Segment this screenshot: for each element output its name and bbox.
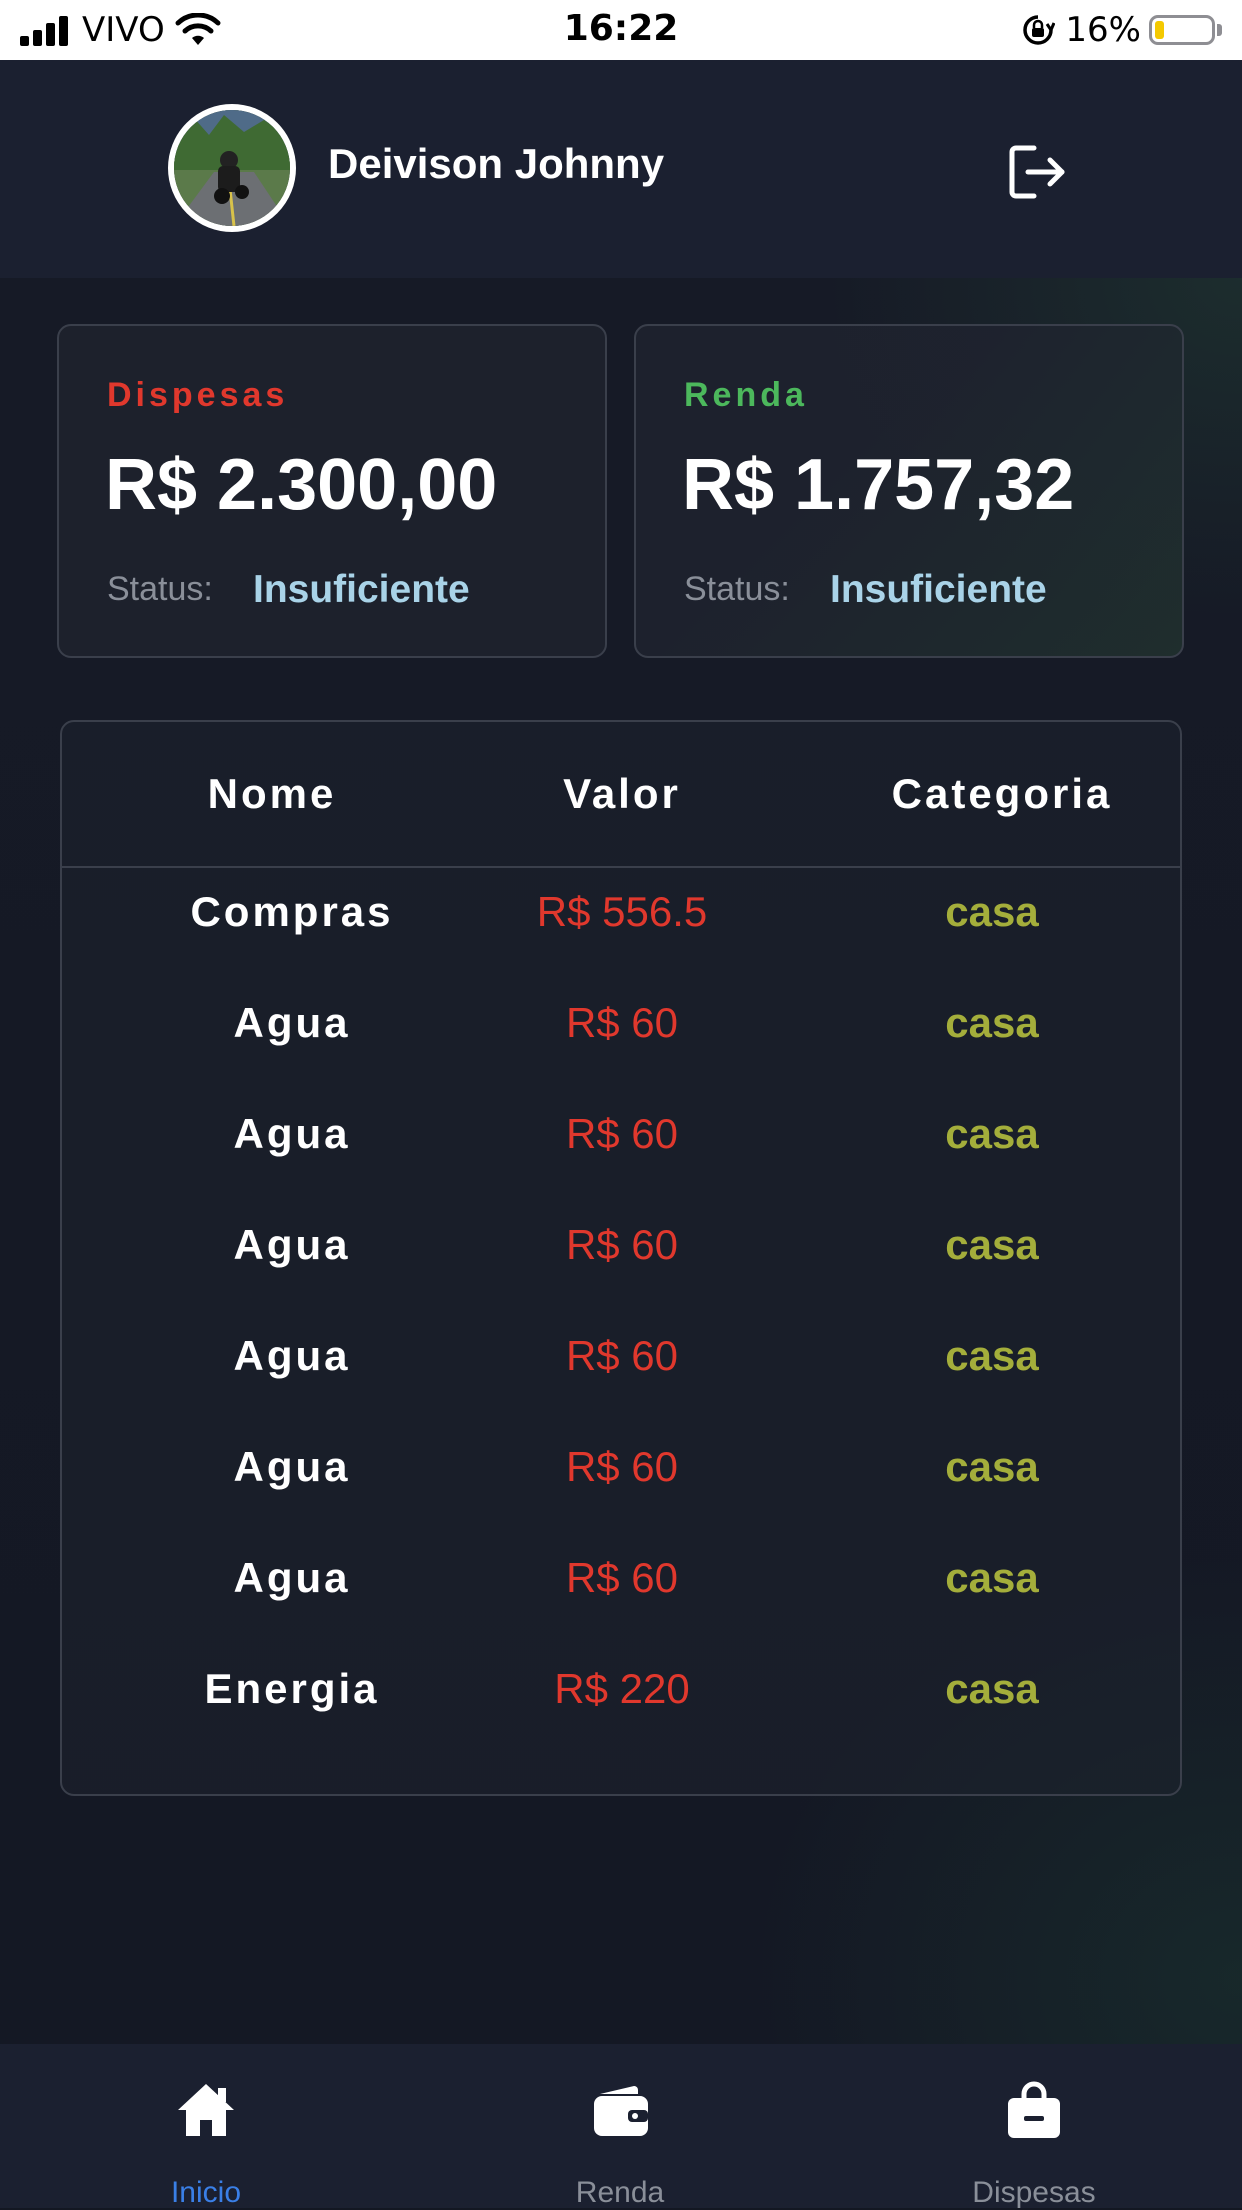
renda-status-value: Insuficiente — [830, 568, 1047, 611]
renda-status-label: Status: — [684, 570, 790, 608]
user-name: Deivison Johnny — [328, 140, 665, 187]
battery-icon — [1149, 15, 1215, 45]
cell-nome: Agua — [233, 1221, 351, 1268]
cell-categoria: casa — [945, 1443, 1039, 1490]
cell-valor: R$ 60 — [565, 1110, 679, 1157]
table-header: Nome Valor Categoria — [62, 722, 1180, 868]
tab-label-inicio: Inicio — [170, 2176, 242, 2209]
cell-categoria: casa — [945, 1221, 1039, 1268]
cell-nome: Agua — [233, 1554, 351, 1601]
table-row[interactable]: Compras R$ 556.5 casa — [62, 888, 1180, 999]
cell-valor: R$ 60 — [565, 1443, 679, 1490]
cell-nome: Energia — [204, 1665, 380, 1712]
dispesas-status-value: Insuficiente — [253, 568, 470, 611]
cell-categoria: casa — [945, 1110, 1039, 1157]
wallet-icon — [594, 2086, 648, 2136]
cell-nome: Agua — [233, 1443, 351, 1490]
avatar[interactable] — [168, 104, 296, 232]
cell-valor: R$ 60 — [565, 999, 679, 1046]
dispesas-status-label: Status: — [107, 570, 213, 608]
home-icon — [178, 2084, 234, 2136]
cell-nome: Agua — [233, 999, 351, 1046]
cell-categoria: casa — [945, 1554, 1039, 1601]
cell-valor: R$ 60 — [565, 1332, 679, 1379]
avatar-photo — [174, 110, 290, 226]
column-header-nome: Nome — [207, 770, 337, 817]
cell-valor: R$ 220 — [554, 1665, 690, 1712]
column-header-categoria: Categoria — [891, 770, 1113, 817]
table-row[interactable]: Energia R$ 220 casa — [62, 1665, 1180, 1776]
battery-percent: 16% — [1065, 10, 1141, 50]
battery-level — [1155, 21, 1164, 39]
dispesas-amount: R$ 2.300,00 — [105, 445, 498, 525]
cell-valor: R$ 60 — [565, 1221, 679, 1268]
status-right: 16% — [1021, 10, 1222, 50]
cell-categoria: casa — [945, 999, 1039, 1046]
bottom-tab-bar: Inicio Renda Dispesas — [0, 2044, 1242, 2209]
table-row[interactable]: Agua R$ 60 casa — [62, 1443, 1180, 1554]
cell-nome: Agua — [233, 1332, 351, 1379]
table-row[interactable]: Agua R$ 60 casa — [62, 1110, 1180, 1221]
tab-label-renda: Renda — [575, 2176, 665, 2209]
table-row[interactable]: Agua R$ 60 casa — [62, 1221, 1180, 1332]
expenses-table: Nome Valor Categoria Compras R$ 556.5 casa… — [60, 720, 1182, 1796]
tab-dispesas[interactable]: Dispesas — [884, 2044, 1184, 2209]
table-row[interactable]: Agua R$ 60 casa — [62, 1554, 1180, 1665]
table-row[interactable]: Agua R$ 60 casa — [62, 999, 1180, 1110]
dispesas-card[interactable]: Dispesas R$ 2.300,00 Status: Insuficient… — [57, 324, 607, 658]
dispesas-title: Dispesas — [107, 376, 289, 414]
renda-amount: R$ 1.757,32 — [682, 445, 1075, 525]
table-row[interactable]: Agua R$ 60 casa — [62, 1332, 1180, 1443]
shopping-bag-icon — [1008, 2081, 1060, 2138]
tab-renda[interactable]: Renda — [470, 2044, 770, 2209]
tab-inicio[interactable]: Inicio — [56, 2044, 356, 2209]
column-header-valor: Valor — [563, 770, 681, 817]
cell-categoria: casa — [945, 888, 1039, 935]
tab-label-dispesas: Dispesas — [972, 2176, 1096, 2209]
renda-title: Renda — [684, 376, 808, 414]
cell-nome: Compras — [190, 888, 394, 935]
cell-nome: Agua — [233, 1110, 351, 1157]
status-bar: VIVO 16:22 16% — [0, 0, 1242, 60]
cell-valor: R$ 556.5 — [536, 888, 708, 935]
renda-card[interactable]: Renda R$ 1.757,32 Status: Insuficiente — [634, 324, 1184, 658]
logout-button[interactable] — [1004, 140, 1068, 204]
battery-tip — [1217, 24, 1222, 36]
cell-categoria: casa — [945, 1665, 1039, 1712]
logout-icon — [1009, 145, 1065, 199]
orientation-lock-icon — [1023, 15, 1056, 45]
app-header: Deivison Johnny — [0, 60, 1242, 278]
cell-valor: R$ 60 — [565, 1554, 679, 1601]
cell-categoria: casa — [945, 1332, 1039, 1379]
